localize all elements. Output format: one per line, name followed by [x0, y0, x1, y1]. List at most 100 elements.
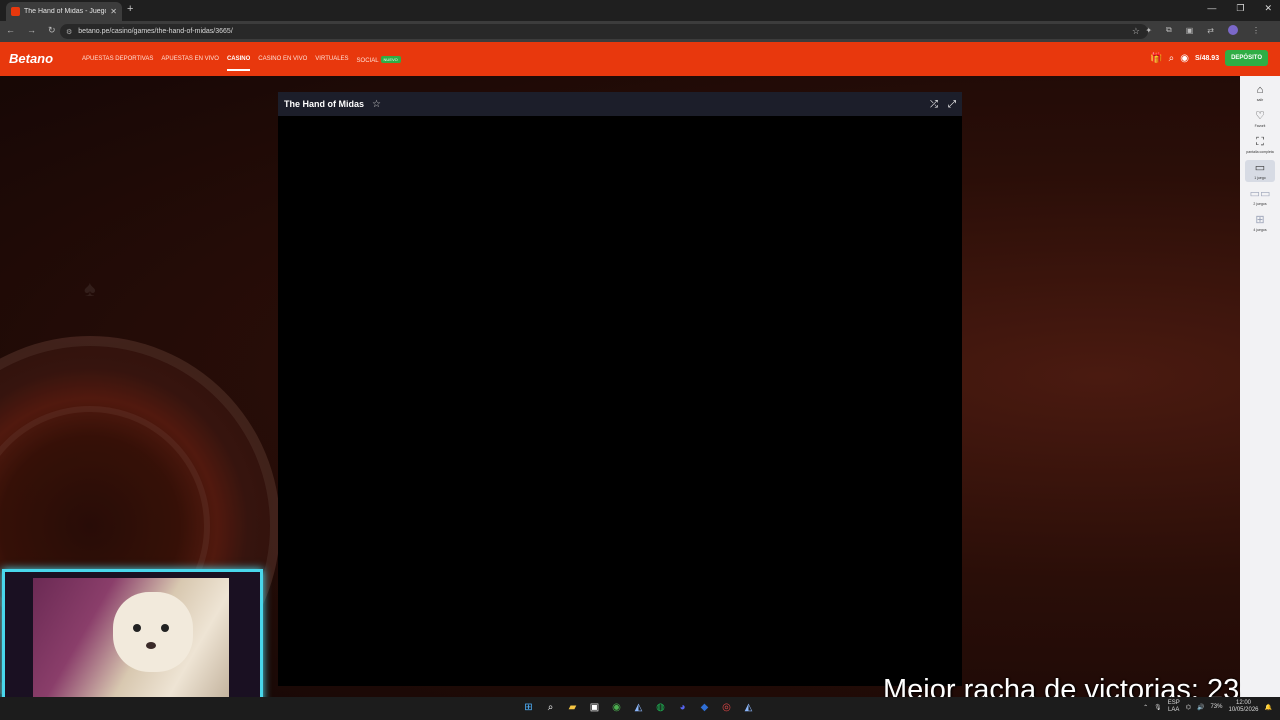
site-info-icon[interactable]: ⚙ [66, 28, 72, 36]
user-account-icon[interactable]: ◉ [1180, 53, 1189, 64]
dog-eye [133, 624, 141, 632]
sidebar-label: 2 juegos [1253, 202, 1267, 206]
discord-icon[interactable]: ◕ [676, 701, 689, 714]
sidebar-item-exit[interactable]: ⌂ salir [1245, 82, 1275, 104]
sidebar-item-2-games[interactable]: ▭▭ 2 juegos [1245, 186, 1275, 208]
tray-chevron-icon[interactable]: ⌃ [1143, 704, 1148, 711]
dog-nose [146, 642, 156, 649]
browser-tab[interactable]: The Hand of Midas - Juego onl... ✕ [6, 2, 122, 21]
sidepanel-icon[interactable]: ▣ [1186, 26, 1194, 35]
gift-icon[interactable]: 🎁 [1150, 53, 1162, 64]
balance-amount[interactable]: S/48.93 [1195, 55, 1219, 62]
sidebar-label: salir [1256, 98, 1264, 102]
lang-bottom: LAA [1168, 707, 1180, 713]
microphone-icon[interactable]: 🎙 [1154, 704, 1162, 711]
game-title: The Hand of Midas [284, 99, 365, 109]
close-window-icon[interactable]: ✕ [1264, 3, 1272, 14]
language-indicator[interactable]: ESP LAA [1168, 700, 1180, 714]
game-frame: The Hand of Midas ☆ ⤮ ⤢ [278, 92, 962, 686]
nav-virtuales[interactable]: Virtuales [315, 56, 348, 64]
screen: The Hand of Midas - Juego onl... ✕ + — ❐… [0, 0, 1280, 720]
clock-time: 12:00 [1235, 700, 1251, 706]
menu-kebab-icon[interactable]: ⋮ [1252, 26, 1260, 35]
sidebar-item-4-games[interactable]: ⊞ 4 juegos [1245, 212, 1275, 234]
address-bar[interactable]: ⚙ betano.pe/casino/games/the-hand-of-mid… [60, 24, 1148, 39]
webcam-feed [33, 578, 229, 710]
url-text: betano.pe/casino/games/the-hand-of-midas… [78, 28, 233, 35]
windows-start-icon[interactable]: ⊞ [522, 701, 535, 714]
sidebar-item-1-game[interactable]: ▭ 1 juego [1245, 160, 1275, 182]
nav-casino[interactable]: Casino [226, 56, 251, 71]
maximize-icon[interactable]: ❐ [1236, 3, 1244, 14]
nav-apuestas-deportivas[interactable]: Apuestas deportivas [82, 56, 153, 64]
sidebar-label: 1 juego [1254, 176, 1266, 180]
windows-taskbar: ⊞ ⌕ ▰ ▣ ◉ ◭ ◍ ◕ ◆ ◎ ◭ ⌃ 🎙 ESP LAA ⌬ 🔊 73… [0, 697, 1280, 720]
extensions-puzzle-icon[interactable]: ⧉ [1166, 25, 1172, 35]
tab-title: The Hand of Midas - Juego onl... [24, 8, 106, 15]
tab-close-icon[interactable]: ✕ [110, 7, 117, 16]
obs-icon[interactable]: ◎ [720, 701, 733, 714]
store-icon[interactable]: ▣ [588, 701, 601, 714]
deposit-button[interactable]: DEPÓSITO [1225, 50, 1268, 66]
two-windows-icon: ▭▭ [1249, 188, 1271, 200]
sidebar-item-fullscreen[interactable]: ⛶ pantalla completa [1245, 134, 1275, 156]
nav-buttons: ← → ↻ [6, 25, 56, 36]
game-canvas[interactable] [278, 116, 962, 686]
back-icon[interactable]: ← [6, 25, 15, 36]
nav-casino-en-vivo[interactable]: Casino en vivo [258, 56, 307, 64]
browser-toolbar: ← → ↻ ⚙ betano.pe/casino/games/the-hand-… [0, 21, 1280, 42]
game-actions: ⤮ ⤢ [930, 99, 956, 110]
new-badge: NUEVO [380, 56, 401, 63]
notification-bell-icon[interactable]: 🔔 [1265, 704, 1272, 711]
single-window-icon: ▭ [1254, 162, 1266, 174]
sidebar-label: 4 juegos [1253, 228, 1267, 232]
nav-social[interactable]: Social NUEVO [357, 56, 401, 64]
home-icon: ⌂ [1256, 84, 1264, 96]
nav-social-label: Social [356, 58, 379, 64]
spotify-icon[interactable]: ◍ [654, 701, 667, 714]
search-icon[interactable]: ⌕ [544, 701, 557, 714]
steam-icon[interactable]: ◭ [632, 701, 645, 714]
betano-logo[interactable]: Betano [9, 51, 53, 66]
chrome-icon[interactable]: ◉ [610, 701, 623, 714]
cast-icon[interactable]: ⇄ [1207, 26, 1214, 35]
steam-alt-icon[interactable]: ◭ [742, 701, 755, 714]
taskbar-apps: ⊞ ⌕ ▰ ▣ ◉ ◭ ◍ ◕ ◆ ◎ ◭ [522, 701, 755, 714]
shuffle-icon[interactable]: ⤮ [930, 99, 938, 110]
dog-face-graphic [113, 592, 193, 672]
sidebar-item-favorite[interactable]: ♡ Favorit [1245, 108, 1275, 130]
minimize-icon[interactable]: — [1207, 3, 1216, 14]
battery-level[interactable]: 73% [1210, 704, 1222, 710]
header-actions: 🎁 ⌕ ◉ S/48.93 DEPÓSITO [1150, 50, 1268, 66]
window-controls: — ❐ ✕ [1207, 3, 1272, 14]
nav-apuestas-en-vivo[interactable]: Apuestas en vivo [161, 56, 219, 64]
reload-icon[interactable]: ↻ [48, 25, 56, 36]
game-titlebar: The Hand of Midas ☆ ⤮ ⤢ [278, 92, 962, 116]
expand-icon[interactable]: ⤢ [948, 99, 956, 110]
browser-tabbar: The Hand of Midas - Juego onl... ✕ + — ❐… [0, 0, 1280, 21]
webcam-overlay [2, 569, 263, 718]
card-suit-decoration-icon: ♠ [84, 276, 96, 301]
app-icon[interactable]: ◆ [698, 701, 711, 714]
bookmark-star-icon[interactable]: ☆ [1132, 26, 1140, 37]
sidebar-label: Favorit [1254, 124, 1266, 128]
four-windows-icon: ⊞ [1255, 214, 1265, 226]
extension-icon[interactable]: ✦ [1145, 26, 1152, 35]
search-icon[interactable]: ⌕ [1169, 53, 1175, 64]
volume-icon[interactable]: 🔊 [1197, 704, 1204, 711]
profile-avatar[interactable] [1228, 25, 1238, 35]
dog-eye [161, 624, 169, 632]
main-nav: Apuestas deportivas Apuestas en vivo Cas… [82, 56, 401, 71]
clock[interactable]: 12:00 10/05/2026 [1228, 700, 1258, 714]
file-explorer-icon[interactable]: ▰ [566, 701, 579, 714]
new-tab-icon[interactable]: + [127, 3, 133, 15]
fullscreen-icon: ⛶ [1256, 136, 1264, 148]
favorite-star-icon[interactable]: ☆ [372, 99, 381, 110]
system-tray: ⌃ 🎙 ESP LAA ⌬ 🔊 73% 12:00 10/05/2026 🔔 [1143, 700, 1272, 714]
network-icon[interactable]: ⌬ [1186, 704, 1191, 711]
clock-date: 10/05/2026 [1228, 707, 1259, 713]
lang-top: ESP [1167, 700, 1180, 706]
sidebar-label: pantalla completa [1246, 150, 1274, 154]
game-sidebar: ⌂ salir ♡ Favorit ⛶ pantalla completa ▭ … [1240, 76, 1280, 697]
forward-icon[interactable]: → [27, 25, 36, 36]
